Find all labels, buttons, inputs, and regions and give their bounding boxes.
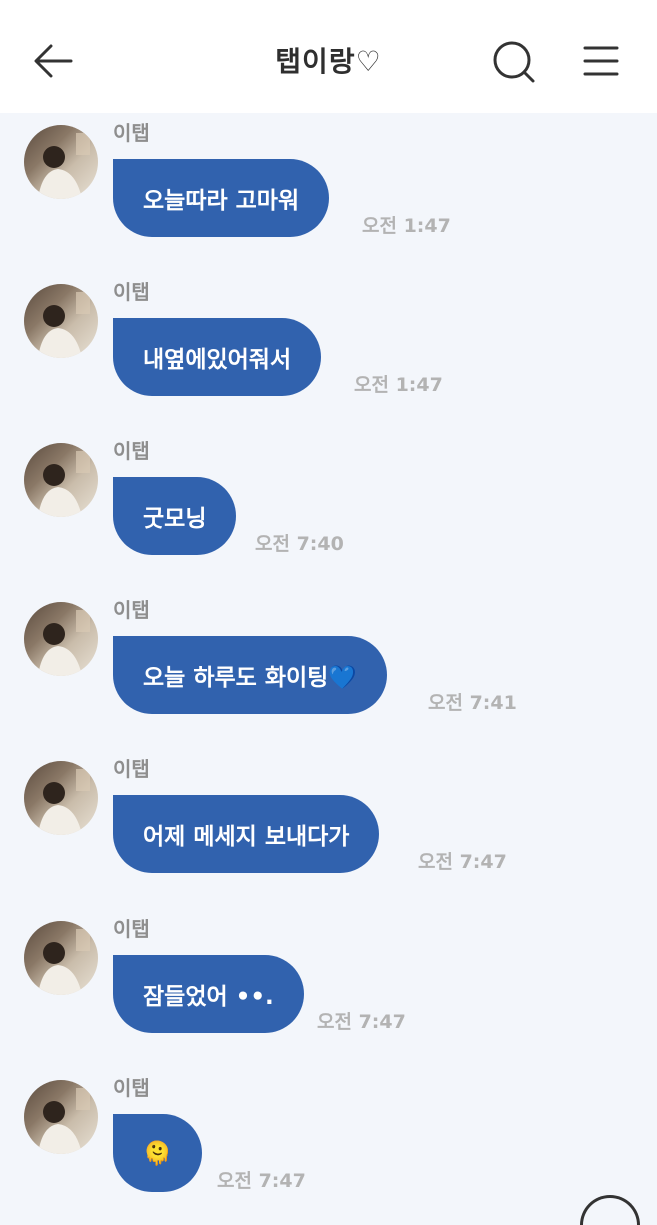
avatar[interactable]: [24, 443, 98, 517]
avatar[interactable]: [24, 1080, 98, 1154]
avatar[interactable]: [24, 602, 98, 676]
search-button[interactable]: [488, 38, 540, 90]
message-item: 이탭 오늘 하루도 화이팅💙 오전 7:41: [0, 598, 657, 742]
message-time: 오전 1:47: [362, 215, 451, 237]
message-bubble[interactable]: 어제 메세지 보내다가: [113, 795, 380, 873]
sender-name: 이탭: [113, 121, 150, 145]
message-time: 오전 7:47: [418, 851, 507, 873]
message-bubble[interactable]: 오늘따라 고마워: [113, 159, 330, 237]
search-icon: [492, 40, 536, 88]
message-item: 이탭 어제 메세지 보내다가 오전 7:47: [0, 757, 657, 901]
chat-title: 탭이랑♡: [275, 45, 382, 78]
sender-name: 이탭: [113, 1076, 150, 1100]
avatar[interactable]: [24, 284, 98, 358]
hamburger-menu-icon: [583, 45, 619, 81]
sender-name: 이탭: [113, 598, 150, 622]
message-item: 이탭 굿모닝 오전 7:40: [0, 439, 657, 583]
avatar[interactable]: [24, 125, 98, 199]
message-time: 오전 7:41: [428, 692, 517, 714]
message-bubble[interactable]: 오늘 하루도 화이팅💙: [113, 636, 387, 714]
avatar[interactable]: [24, 761, 98, 835]
message-time: 오전 1:47: [354, 374, 443, 396]
message-item: 이탭 잠들었어 ••. 오전 7:47: [0, 917, 657, 1061]
sender-name: 이탭: [113, 757, 150, 781]
message-time: 오전 7:47: [217, 1170, 306, 1192]
avatar[interactable]: [24, 921, 98, 995]
chat-header: 탭이랑♡: [0, 0, 657, 113]
message-time: 오전 7:40: [255, 533, 344, 555]
message-item: 이탭 🫠 오전 7:47: [0, 1076, 657, 1200]
message-bubble[interactable]: 내옆에있어줘서: [113, 318, 322, 396]
message-item: 이탭 오늘따라 고마워 오전 1:47: [0, 121, 657, 265]
sender-name: 이탭: [113, 280, 150, 304]
sender-name: 이탭: [113, 439, 150, 463]
message-bubble[interactable]: 굿모닝: [113, 477, 237, 555]
message-item: 이탭 내옆에있어줘서 오전 1:47: [0, 280, 657, 424]
menu-button[interactable]: [578, 40, 624, 86]
message-bubble[interactable]: 잠들었어 ••.: [113, 955, 304, 1033]
message-bubble[interactable]: 🫠: [113, 1114, 202, 1192]
message-time: 오전 7:47: [317, 1011, 406, 1033]
sender-name: 이탭: [113, 917, 150, 941]
message-list[interactable]: 이탭 오늘따라 고마워 오전 1:47 이탭 내옆에있어줘서 오전 1:47 이…: [0, 113, 657, 1200]
